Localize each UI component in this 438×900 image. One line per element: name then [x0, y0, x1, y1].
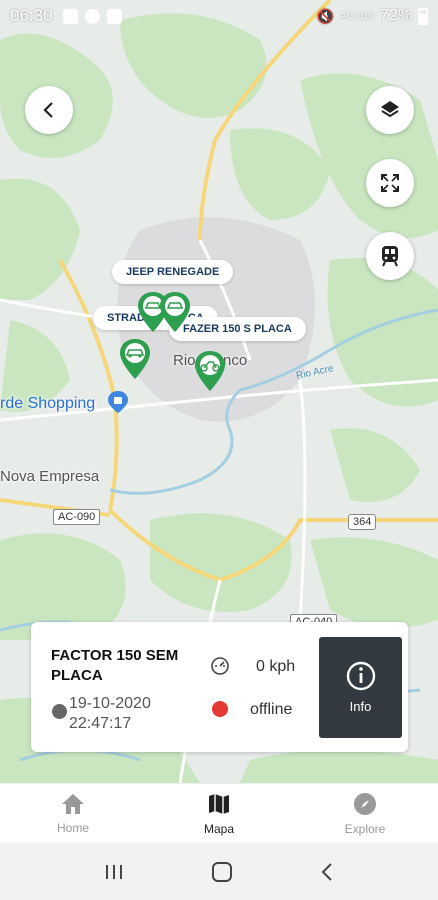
layers-button[interactable] [366, 86, 414, 134]
mute-icon: 🔇 [316, 7, 335, 24]
fullscreen-button[interactable] [366, 159, 414, 207]
info-button-label: Info [349, 699, 372, 714]
back-system-icon[interactable] [319, 862, 335, 882]
nav-mapa[interactable]: Mapa [146, 784, 292, 843]
nav-explore[interactable]: Explore [292, 784, 438, 843]
chevron-left-icon [43, 102, 53, 118]
status-time: 06:30 [10, 6, 53, 25]
vehicle-status: offline [250, 701, 293, 718]
home-system-icon[interactable] [211, 861, 233, 883]
back-button[interactable] [25, 86, 73, 134]
battery-icon [418, 7, 428, 25]
status-dot [212, 701, 228, 717]
vehicle-label-jeep[interactable]: JEEP RENEGADE [112, 260, 234, 284]
vehicle-marker-fazer[interactable] [195, 351, 225, 391]
transit-button[interactable] [366, 232, 414, 280]
vehicle-marker-jeep-2[interactable] [160, 292, 190, 332]
nav-home-label: Home [56, 820, 89, 835]
vehicle-name: FACTOR 150 SEM PLACA [51, 647, 179, 684]
vehicle-speed: 0 kph [256, 658, 296, 675]
place-label-shopping[interactable]: rde Shopping [0, 395, 95, 413]
transit-icon [382, 246, 398, 267]
system-navigation-bar [0, 843, 438, 900]
shopping-pin-icon[interactable] [108, 391, 128, 413]
road-shield-364: 364 [348, 514, 377, 530]
compass-icon [354, 792, 376, 815]
vehicle-info-card: FACTOR 150 SEM PLACA 19-10-2020 22:47:17… [31, 622, 408, 752]
battery-percent: 72% [379, 7, 412, 24]
road-shield-ac090: AC-090 [53, 509, 101, 525]
vehicle-marker-strada[interactable] [120, 339, 150, 379]
map-icon [209, 793, 229, 814]
nav-home[interactable]: Home [0, 784, 146, 843]
vehicle-datetime: 19-10-2020 22:47:17 [69, 695, 151, 732]
nav-explore-label: Explore [344, 821, 386, 836]
bottom-navigation: Home Mapa Explore [0, 783, 438, 843]
layers-icon [381, 101, 399, 118]
clock-icon [52, 704, 67, 719]
info-button[interactable]: Info [319, 637, 402, 738]
carrier-badge: AC-010 [340, 10, 374, 22]
nav-mapa-label: Mapa [203, 821, 235, 836]
photo-notification-icon [106, 8, 122, 24]
info-icon [346, 661, 375, 691]
gallery-notification-icon [62, 8, 78, 24]
speedometer-icon [211, 657, 229, 675]
recent-apps-icon[interactable] [103, 863, 125, 881]
place-label-nova-empresa: Nova Empresa [0, 468, 100, 485]
app-notification-icon [84, 8, 100, 24]
status-bar: 06:30 🔇 AC-010 72% [0, 0, 438, 32]
fullscreen-icon [381, 174, 399, 192]
home-icon [62, 793, 84, 814]
